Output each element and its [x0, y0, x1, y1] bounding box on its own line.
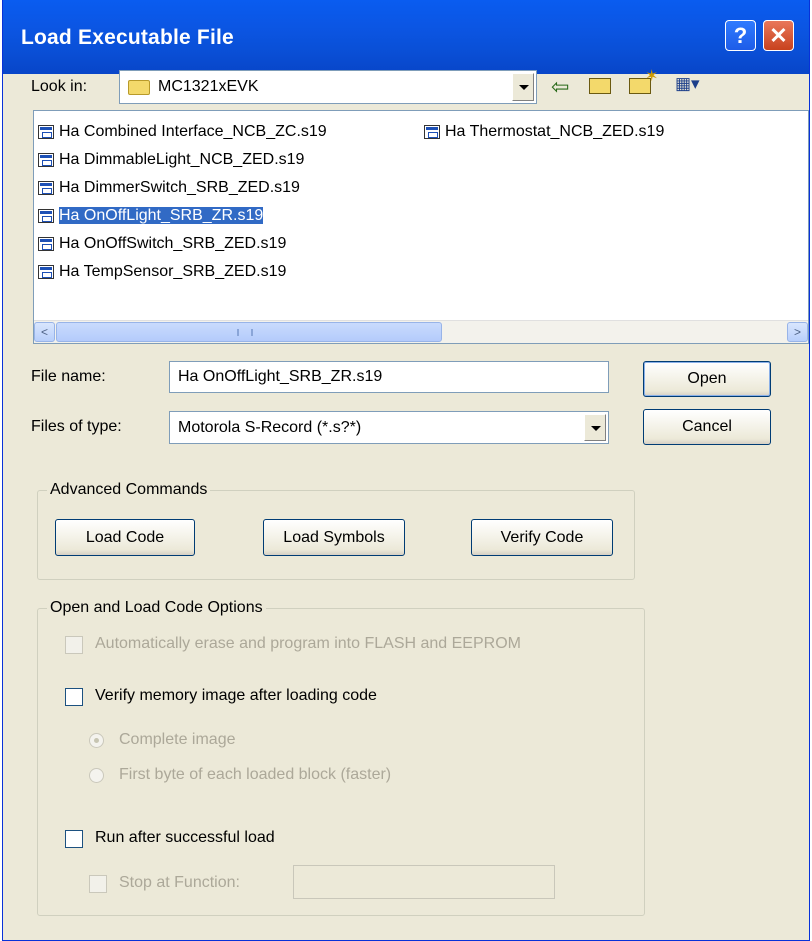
look-in-dropdown[interactable]: MC1321xEVK — [119, 70, 537, 104]
first-byte-label: First byte of each loaded block (faster) — [119, 766, 392, 783]
chevron-down-icon[interactable] — [584, 414, 606, 441]
cancel-button[interactable]: Cancel — [643, 409, 771, 445]
scroll-right-button[interactable]: > — [787, 322, 808, 342]
s19-file-icon — [38, 124, 54, 139]
verify-memory-checkbox[interactable] — [65, 688, 83, 706]
verify-memory-label: Verify memory image after loading code — [95, 687, 377, 704]
auto-erase-label: Automatically erase and program into FLA… — [95, 635, 521, 652]
arrow-left-icon: < — [40, 325, 48, 339]
list-item[interactable]: Ha DimmerSwitch_SRB_ZED.s19 — [38, 177, 300, 199]
load-executable-dialog: Load Executable File ? ✕ Look in: MC1321… — [2, 0, 810, 941]
s19-file-icon — [424, 124, 440, 139]
s19-file-icon — [38, 236, 54, 251]
look-in-label: Look in: — [31, 78, 88, 95]
list-item[interactable]: Ha Thermostat_NCB_ZED.s19 — [424, 121, 664, 143]
load-options-title: Open and Load Code Options — [47, 599, 266, 617]
list-item-selected[interactable]: Ha OnOffLight_SRB_ZR.s19 — [38, 205, 265, 227]
title-bar[interactable]: Load Executable File ? ✕ — [3, 0, 809, 74]
load-symbols-button[interactable]: Load Symbols — [263, 519, 405, 556]
scroll-thumb[interactable] — [56, 322, 442, 342]
help-button[interactable]: ? — [725, 20, 756, 51]
dialog-title: Load Executable File — [21, 26, 234, 49]
run-after-load-checkbox[interactable] — [65, 830, 83, 848]
horizontal-scrollbar[interactable]: < > — [34, 320, 808, 343]
up-folder-icon — [589, 78, 611, 94]
open-button[interactable]: Open — [643, 361, 771, 397]
file-type-dropdown[interactable]: Motorola S-Record (*.s?*) — [169, 411, 609, 444]
sparkle-icon: ✶ — [645, 68, 659, 85]
file-name-label: File name: — [31, 368, 106, 385]
close-button[interactable]: ✕ — [763, 20, 794, 51]
up-folder-button[interactable] — [587, 72, 613, 96]
s19-file-icon — [38, 152, 54, 167]
load-code-button[interactable]: Load Code — [55, 519, 195, 556]
file-type-label: Files of type: — [31, 418, 122, 435]
arrow-right-icon: > — [793, 325, 801, 339]
look-in-value: MC1321xEVK — [158, 78, 259, 95]
close-icon: ✕ — [769, 23, 788, 48]
list-item[interactable]: Ha DimmableLight_NCB_ZED.s19 — [38, 149, 304, 171]
file-name-input[interactable]: Ha OnOffLight_SRB_ZR.s19 — [169, 361, 609, 393]
complete-image-label: Complete image — [119, 731, 236, 748]
file-list[interactable]: Ha Combined Interface_NCB_ZC.s19 Ha Dimm… — [33, 110, 809, 344]
folder-icon — [128, 80, 150, 95]
verify-code-button[interactable]: Verify Code — [471, 519, 613, 556]
back-button[interactable]: ⇦ — [551, 74, 569, 100]
first-byte-radio[interactable] — [89, 768, 104, 783]
scroll-left-button[interactable]: < — [34, 322, 55, 342]
s19-file-icon — [38, 264, 54, 279]
run-after-load-label: Run after successful load — [95, 829, 275, 846]
view-menu-button[interactable]: ▦▾ — [675, 74, 700, 94]
back-arrow-icon: ⇦ — [551, 74, 570, 99]
list-item[interactable]: Ha TempSensor_SRB_ZED.s19 — [38, 261, 286, 283]
view-list-icon: ▦▾ — [675, 74, 700, 93]
stop-at-function-input[interactable] — [293, 865, 555, 899]
stop-at-function-label: Stop at Function: — [119, 874, 240, 891]
stop-at-function-checkbox[interactable] — [89, 875, 107, 893]
grip-icon — [237, 329, 253, 336]
auto-erase-checkbox[interactable] — [65, 636, 83, 654]
list-item[interactable]: Ha Combined Interface_NCB_ZC.s19 — [38, 121, 327, 143]
list-item[interactable]: Ha OnOffSwitch_SRB_ZED.s19 — [38, 233, 286, 255]
chevron-down-icon[interactable] — [512, 73, 534, 101]
help-icon: ? — [733, 23, 748, 48]
advanced-commands-title: Advanced Commands — [47, 481, 211, 499]
complete-image-radio[interactable] — [89, 733, 104, 748]
s19-file-icon — [38, 208, 54, 223]
file-type-value: Motorola S-Record (*.s?*) — [178, 419, 362, 436]
s19-file-icon — [38, 180, 54, 195]
new-folder-button[interactable]: ✶ — [629, 68, 659, 96]
